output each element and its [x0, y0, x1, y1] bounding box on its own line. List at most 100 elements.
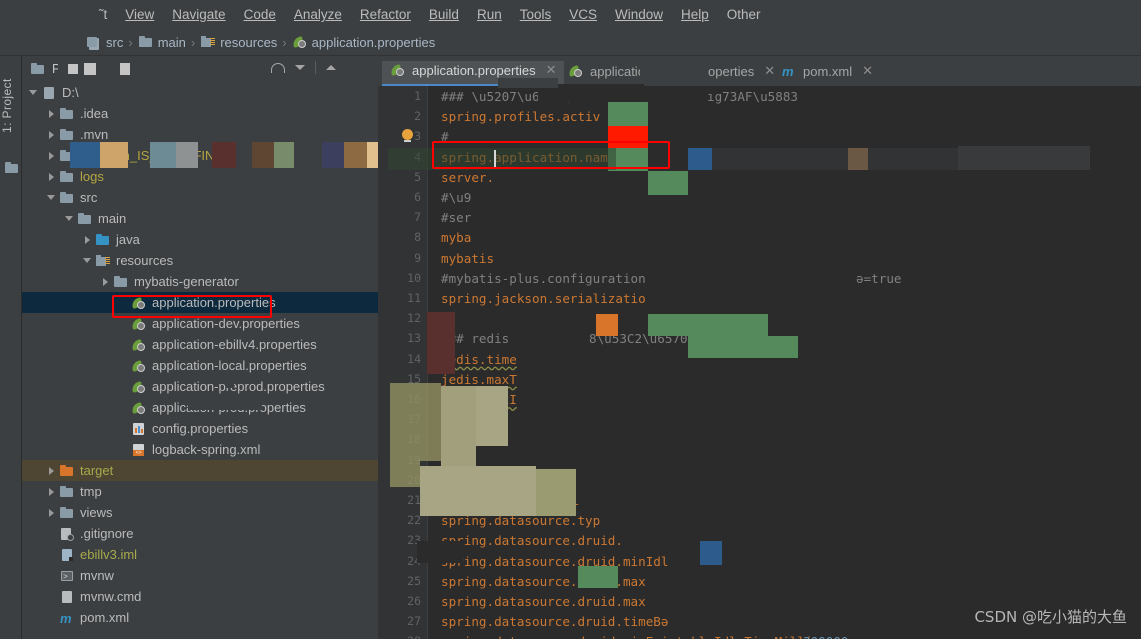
tree-item-idea[interactable]: .idea	[22, 103, 378, 124]
tree-item-mybatis-generator[interactable]: mybatis-generator	[22, 271, 378, 292]
code-redaction-brown-l4	[848, 148, 868, 170]
tree-item-d[interactable]: D:\	[22, 82, 378, 103]
menu-item-tools[interactable]: Tools	[511, 0, 561, 29]
tree-item-label: application-ebillv4.properties	[152, 337, 317, 352]
maven-icon: m	[60, 610, 72, 626]
editor-tab-pom-xml[interactable]: m pom.xml ✕	[773, 56, 881, 86]
code-line[interactable]: spring.profiles.activ	[441, 109, 600, 124]
chevron-right-icon[interactable]	[100, 275, 113, 288]
chevron-right-icon[interactable]	[46, 464, 59, 477]
tree-item-application-local-properties[interactable]: application-local.properties	[22, 355, 378, 376]
breadcrumb-item-file[interactable]: application.properties	[291, 34, 435, 50]
tree-item-mvnw-cmd[interactable]: mvnw.cmd	[22, 586, 378, 607]
menu-item-refactor[interactable]: Refactor	[351, 0, 420, 29]
code-line[interactable]: myba	[441, 230, 471, 245]
code-line[interactable]: #\u9	[441, 190, 471, 205]
menu-item-code[interactable]: Code	[235, 0, 285, 29]
tree-item-logback-spring-xml[interactable]: <> logback-spring.xml	[22, 439, 378, 460]
module-icon	[41, 85, 57, 101]
code-line[interactable]: server.	[441, 170, 494, 185]
menu-item-navigate[interactable]: Navigate	[163, 0, 234, 29]
menu-item-vcs[interactable]: VCS	[560, 0, 606, 29]
code-redaction-orange-l8	[596, 314, 618, 336]
tree-item-main[interactable]: main	[22, 208, 378, 229]
tree-item-logs[interactable]: logs	[22, 166, 378, 187]
tree-item-label: mybatis-generator	[134, 274, 239, 289]
tree-item-views[interactable]: views	[22, 502, 378, 523]
tree-item-application-properties[interactable]: application.properties	[22, 292, 378, 313]
chevron-right-icon[interactable]	[46, 170, 59, 183]
tree-item-label: .gitignore	[80, 526, 134, 541]
tree-item-config-properties[interactable]: config.properties	[22, 418, 378, 439]
breadcrumb-item-main[interactable]: main	[138, 34, 186, 50]
chevron-down-icon[interactable]	[295, 65, 305, 70]
tree-root-redaction-6	[252, 142, 274, 168]
menu-item-other[interactable]: Other	[718, 0, 770, 29]
code-line[interactable]: #mybatis-plus.configuration	[441, 271, 646, 286]
tree-item-application-ebillv4-properties[interactable]: application-ebillv4.properties	[22, 334, 378, 355]
folder-resources-icon	[95, 253, 111, 269]
folder-icon	[59, 106, 75, 122]
code-editor[interactable]: 1234567891011121314151617181920212223242…	[378, 78, 1141, 639]
menu-item-help[interactable]: Help	[672, 0, 718, 29]
code-line[interactable]: #	[441, 129, 449, 144]
menu-item-run[interactable]: Run	[468, 0, 511, 29]
chevron-down-icon[interactable]	[64, 212, 77, 225]
code-redaction-khaki-d	[390, 461, 420, 487]
chevron-right-icon[interactable]	[46, 107, 59, 120]
iml-icon	[59, 547, 75, 563]
code-line[interactable]: spring.datasource.druid.max	[441, 594, 646, 609]
chevron-down-icon[interactable]	[82, 254, 95, 267]
tree-item-tmp[interactable]: tmp	[22, 481, 378, 502]
tree-item-pom-xml[interactable]: m pom.xml	[22, 607, 378, 628]
tree-item-application-preprod-properties[interactable]: application-preprod.properties	[22, 376, 378, 397]
close-icon[interactable]: ✕	[862, 63, 873, 79]
ide-window: ˜t View Navigate Code Analyze Refactor B…	[0, 0, 1141, 639]
tree-item-resources[interactable]: resources	[22, 250, 378, 271]
chevron-right-icon[interactable]	[46, 506, 59, 519]
menu-item-analyze[interactable]: Analyze	[285, 0, 351, 29]
menu-item-view[interactable]: View	[116, 0, 163, 29]
tree-item-label: .mvn	[80, 127, 109, 142]
code-redaction-dark-l4	[712, 148, 848, 170]
breadcrumb-item-src[interactable]: src	[86, 35, 123, 50]
tree-item-java[interactable]: java	[22, 229, 378, 250]
breadcrumb-label-main: main	[157, 34, 186, 50]
code-line[interactable]: #ser	[441, 210, 471, 225]
folder-resources-icon	[200, 34, 216, 50]
tree-item-gitignore[interactable]: .gitignore	[22, 523, 378, 544]
code-line[interactable]: mybatis	[441, 251, 494, 266]
hide-panel-icon[interactable]	[326, 65, 336, 70]
chevron-down-icon[interactable]	[28, 86, 41, 99]
close-icon[interactable]: ✕	[546, 62, 557, 78]
code-line[interactable]: jedis.maxT	[441, 372, 517, 387]
code-line[interactable]: spring.datasource.druid.	[441, 533, 623, 548]
menu-item-edit[interactable]: ˜t	[90, 0, 116, 29]
tree-item-src[interactable]: src	[22, 187, 378, 208]
menu-item-window[interactable]: Window	[606, 0, 672, 29]
chevron-right-icon[interactable]	[46, 149, 59, 162]
chevron-right-icon[interactable]	[82, 233, 95, 246]
code-line[interactable]: spring.jackson.serializatio	[441, 291, 646, 306]
tree-item-target[interactable]: target	[22, 460, 378, 481]
line-number: 22	[407, 513, 421, 528]
code-line[interactable]: spring.datasource.druid.timeBǝ	[441, 614, 668, 629]
tool-window-tab-project[interactable]: 1: Project	[0, 62, 22, 154]
line-number: 8	[414, 230, 421, 245]
code-line[interactable]: spring.datasource.druid.minEvictableIdle…	[441, 634, 828, 639]
chevron-down-icon[interactable]	[46, 191, 59, 204]
line-number: 7	[414, 210, 421, 225]
tree-item-ebillv3-iml[interactable]: ebillv3.iml	[22, 544, 378, 565]
chevron-right-icon[interactable]	[46, 485, 59, 498]
line-number: 10	[407, 270, 421, 285]
intention-bulb-icon[interactable]	[402, 129, 413, 142]
tree-item-label: mvnw.cmd	[80, 589, 142, 604]
tree-item-application-dev-properties[interactable]: application-dev.properties	[22, 313, 378, 334]
collapse-all-icon[interactable]	[271, 62, 285, 73]
toolbar-separator	[315, 61, 316, 74]
tree-item-mvnw[interactable]: > mvnw	[22, 565, 378, 586]
menu-item-build[interactable]: Build	[420, 0, 468, 29]
breadcrumb-item-resources[interactable]: resources	[200, 34, 277, 50]
chevron-right-icon[interactable]	[46, 128, 59, 141]
code-line[interactable]: spring.datasource.druid.minIdl	[441, 554, 668, 569]
